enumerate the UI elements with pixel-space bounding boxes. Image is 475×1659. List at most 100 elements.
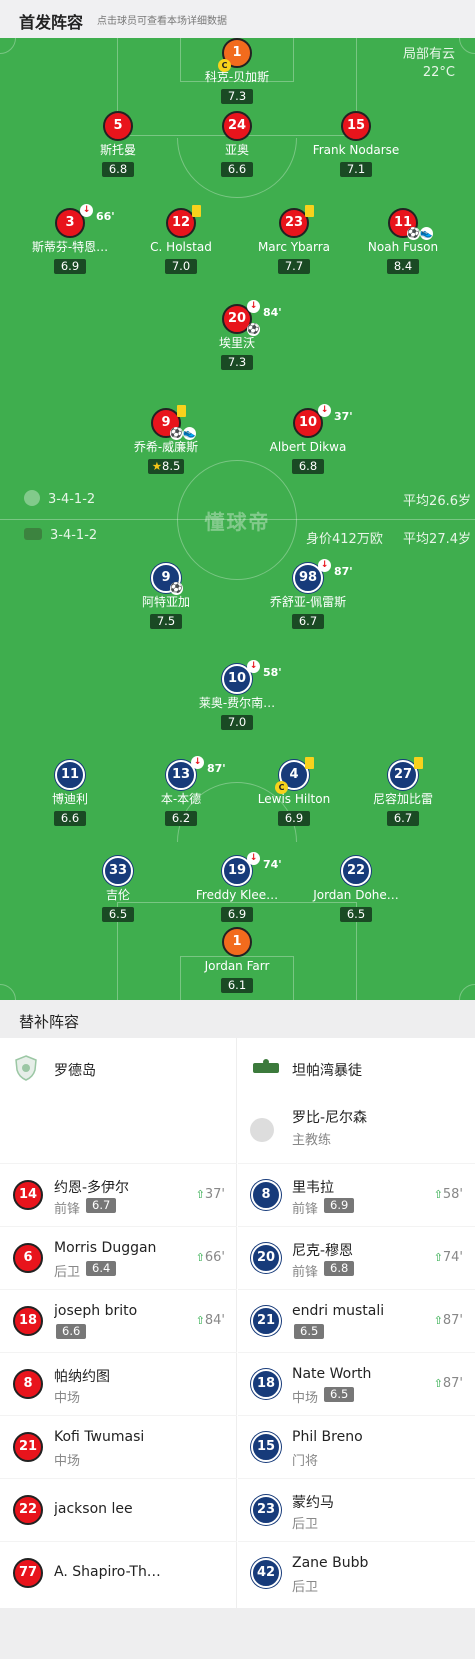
player-number: 13 ↓ 87' [166, 756, 226, 790]
player-name: 莱奥-费尔南… [198, 696, 276, 710]
player-card[interactable]: 1 Jordan Farr 6.1 [182, 927, 292, 993]
player-name: Frank Nodarse [312, 143, 400, 157]
player-rating: 6.2 [165, 811, 197, 826]
weather-temp: 22°C [422, 65, 455, 80]
player-card[interactable]: 9 ⚽ 阿特亚加 7.5 [111, 563, 221, 629]
yellow-card-icon [305, 757, 314, 769]
player-card[interactable]: 3 ↓ 66' 斯蒂芬-特恩… 6.9 [15, 204, 125, 274]
sub-out-icon: ↓ [318, 404, 331, 417]
player-card[interactable]: 15 Frank Nodarse 7.1 [301, 111, 411, 177]
subs-panel: 罗德岛 14 约恩-多伊尔 前锋 6.7 ⇧37' 6 Morris Duggan 后卫 6.4… [0, 1038, 475, 1608]
player-card[interactable]: 33 吉伦 6.5 [63, 856, 173, 922]
sub-player-row[interactable]: 14 约恩-多伊尔 前锋 6.7 ⇧37' [0, 1163, 237, 1226]
player-name: Noah Fuson [367, 240, 439, 254]
pitch: 局部有云 22°C 懂球帝 3-4-1-2 平均26.6岁 3-4-1-2 身价… [0, 38, 475, 1000]
player-card[interactable]: 98 ↓ 87' 乔舒亚-佩雷斯 6.7 [253, 559, 363, 629]
coach-role: 主教练 [292, 1133, 332, 1148]
player-rating: 6.9 [278, 811, 310, 826]
player-card[interactable]: 27 尼容加比雷 6.7 [348, 757, 458, 826]
sub-player-row[interactable]: 20 尼克-穆恩 前锋 6.8 ⇧74' [238, 1226, 475, 1289]
sub-player-row[interactable]: 15 Phil Breno 门将 [238, 1415, 475, 1478]
player-number: 23 [251, 1495, 281, 1525]
goal-icon: ⚽ [247, 323, 260, 336]
player-card[interactable]: 11 博迪利 6.6 [15, 760, 125, 826]
player-card[interactable]: 1C 科克-贝加斯 7.3 [182, 38, 292, 104]
weather-desc: 局部有云 [402, 47, 455, 62]
sub-player-row[interactable]: 22 jackson lee [0, 1478, 237, 1541]
player-card[interactable]: 12 C. Holstad 7.0 [126, 205, 236, 274]
player-name: 斯托曼 [99, 143, 136, 157]
player-name: 科克-贝加斯 [204, 70, 270, 84]
player-rating: 8.4 [387, 259, 419, 274]
sub-player-row[interactable]: 42 Zane Bubb 后卫 [238, 1541, 475, 1604]
player-card[interactable]: 10 ↓ 37' Albert Dikwa 6.8 [253, 404, 363, 474]
yellow-card-icon [414, 757, 423, 769]
player-name: Zane Bubb [292, 1555, 369, 1571]
subs-title: 替补阵容 [19, 1013, 80, 1031]
sub-in-time: ⇧37' [195, 1187, 225, 1202]
player-name: 约恩-多伊尔 [54, 1180, 130, 1196]
goal-icon: ⚽ [170, 427, 183, 440]
player-rating: 7.3 [221, 89, 253, 104]
assist-icon: 👟 [183, 427, 196, 440]
player-rating: 6.6 [56, 1324, 87, 1339]
player-card[interactable]: 13 ↓ 87' 本-本德 6.2 [126, 756, 236, 826]
away-team-header[interactable]: 坦帕湾暴徒 [238, 1038, 475, 1098]
player-card[interactable]: 9 ⚽ 👟 乔希-威廉斯 ★8.5 [111, 405, 221, 474]
sub-player-row[interactable]: 23 蒙约马 后卫 [238, 1478, 475, 1541]
player-number: 27 [388, 757, 423, 790]
player-number: 8 [251, 1180, 281, 1210]
player-number: 20 ↓ 84' ⚽ [222, 300, 282, 336]
sub-player-row[interactable]: 18 joseph brito 6.6 ⇧84' [0, 1289, 237, 1352]
sub-player-row[interactable]: 8 里韦拉 前锋 6.9 ⇧58' [238, 1163, 475, 1226]
home-avg-age: 平均26.6岁 [403, 494, 471, 509]
sub-player-row[interactable]: 77 A. Shapiro-Th… [0, 1541, 237, 1604]
player-name: Nate Worth [292, 1366, 372, 1382]
player-card[interactable]: 5 斯托曼 6.8 [63, 111, 173, 177]
player-position: 门将 [292, 1454, 319, 1469]
player-card[interactable]: 20 ↓ 84' ⚽ 埃里沃 7.3 [182, 300, 292, 370]
coach-row[interactable]: 罗比-尼尔森 主教练 [238, 1098, 475, 1163]
home-formation: 3-4-1-2 [24, 490, 95, 507]
player-position: 前锋 [292, 1265, 319, 1280]
player-rating: 6.9 [221, 907, 253, 922]
player-rating: ★8.5 [147, 459, 185, 474]
player-name: Freddy Klee… [195, 888, 279, 902]
player-card[interactable]: 19 ↓ 74' Freddy Klee… 6.9 [182, 852, 292, 922]
lineup-header: 首发阵容 点击球员可查看本场详细数据 [0, 0, 475, 38]
sub-in-icon: ⇧ [433, 1314, 443, 1327]
sub-player-row[interactable]: 8 帕纳约图 中场 [0, 1352, 237, 1415]
sub-in-icon: ⇧ [195, 1314, 205, 1327]
player-card[interactable]: 24 亚奥 6.6 [182, 111, 292, 177]
player-rating: 6.5 [102, 907, 134, 922]
sub-in-time: ⇧74' [433, 1250, 463, 1265]
home-team-header[interactable]: 罗德岛 [0, 1038, 237, 1098]
player-name: 吉伦 [105, 888, 130, 902]
yellow-card-icon [177, 405, 186, 417]
player-card[interactable]: 22 Jordan Dohe… 6.5 [301, 856, 411, 922]
player-name: endri mustali [292, 1303, 385, 1319]
player-position: 中场 [54, 1391, 81, 1406]
player-number: 21 [251, 1306, 281, 1336]
avatar [250, 1118, 274, 1142]
player-number: 42 [251, 1558, 281, 1588]
coach-name: 罗比-尼尔森 [292, 1110, 368, 1126]
player-name: Lewis Hilton [257, 792, 331, 806]
weather: 局部有云 22°C [403, 46, 455, 82]
player-number: 20 [251, 1243, 281, 1273]
player-rating: 6.7 [387, 811, 419, 826]
player-name: Albert Dikwa [269, 440, 347, 454]
away-value: 身价412万欧 [306, 532, 383, 547]
player-card[interactable]: 10 ↓ 58' 莱奥-费尔南… 7.0 [182, 660, 292, 730]
sub-player-row[interactable]: 21 endri mustali 6.5 ⇧87' [238, 1289, 475, 1352]
sub-player-row[interactable]: 6 Morris Duggan 后卫 6.4 ⇧66' [0, 1226, 237, 1289]
player-rating: 6.5 [340, 907, 372, 922]
sub-out-icon: ↓ [80, 204, 93, 217]
subs-header: 替补阵容 [0, 1000, 475, 1038]
player-card[interactable]: 11 ⚽ 👟 Noah Fuson 8.4 [348, 208, 458, 274]
player-card[interactable]: 4C Lewis Hilton 6.9 [239, 757, 349, 826]
sub-player-row[interactable]: 21 Kofi Twumasi 中场 [0, 1415, 237, 1478]
player-name: 阿特亚加 [141, 595, 190, 609]
player-card[interactable]: 23 Marc Ybarra 7.7 [239, 205, 349, 274]
sub-player-row[interactable]: 18 Nate Worth 中场 6.5 ⇧87' [238, 1352, 475, 1415]
